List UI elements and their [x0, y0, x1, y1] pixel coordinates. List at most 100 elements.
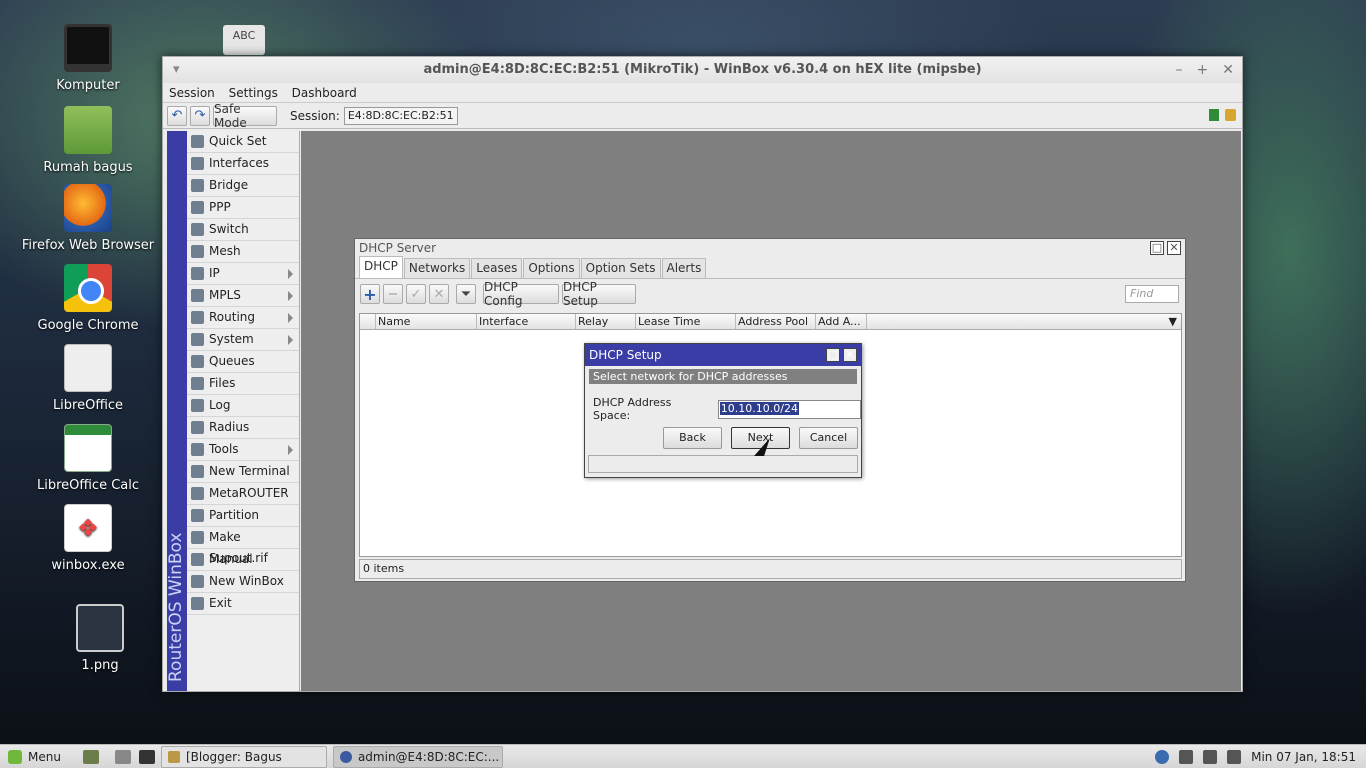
- sidebar-item-exit[interactable]: Exit: [187, 593, 299, 615]
- maximize-icon[interactable]: □: [826, 348, 840, 362]
- close-icon[interactable]: ✕: [1222, 62, 1234, 78]
- tab-option-sets[interactable]: Option Sets: [580, 258, 661, 278]
- volume-icon[interactable]: [1203, 749, 1218, 764]
- sidebar-item-ppp[interactable]: PPP: [187, 197, 299, 219]
- remove-icon[interactable]: −: [383, 284, 403, 304]
- sidebar-item-tools[interactable]: Tools: [187, 439, 299, 461]
- enable-icon[interactable]: ✓: [406, 284, 426, 304]
- menu-settings[interactable]: Settings: [229, 86, 278, 100]
- sidebar-item-system[interactable]: System: [187, 329, 299, 351]
- sidebar-item-label: Files: [209, 376, 236, 390]
- menu-item-icon: [191, 355, 204, 368]
- sidebar-brand-bar: RouterOS WinBox: [166, 131, 187, 691]
- sidebar-item-queues[interactable]: Queues: [187, 351, 299, 373]
- sidebar-item-partition[interactable]: Partition: [187, 505, 299, 527]
- clock[interactable]: Min 07 Jan, 18:51: [1251, 750, 1356, 764]
- column-name[interactable]: Name: [376, 314, 477, 329]
- terminal-icon[interactable]: [138, 749, 155, 764]
- menu-dashboard[interactable]: Dashboard: [292, 86, 357, 100]
- file-manager-icon[interactable]: [114, 749, 131, 764]
- lock-icon: [1225, 109, 1236, 121]
- tab-networks[interactable]: Networks: [403, 258, 471, 278]
- tab-dhcp[interactable]: DHCP: [359, 256, 403, 278]
- abc-desktop-icon[interactable]: ABC: [223, 25, 265, 55]
- cancel-button[interactable]: Cancel: [799, 427, 858, 449]
- column-chooser-icon[interactable]: ▼: [867, 314, 1181, 329]
- dhcp-setup-titlebar[interactable]: DHCP Setup □ ✕: [585, 344, 861, 366]
- safe-mode-button[interactable]: Safe Mode: [213, 102, 277, 130]
- sidebar-item-mpls[interactable]: MPLS: [187, 285, 299, 307]
- sidebar-item-bridge[interactable]: Bridge: [187, 175, 299, 197]
- sidebar-item-interfaces[interactable]: Interfaces: [187, 153, 299, 175]
- status-bar: 0 items: [359, 559, 1182, 579]
- desktop-icon-calc[interactable]: LibreOffice Calc: [18, 424, 158, 493]
- column-add-arp[interactable]: Add A...: [816, 314, 867, 329]
- desktop-icon-png[interactable]: 1.png: [30, 604, 170, 673]
- dhcp-server-titlebar[interactable]: DHCP Server □ ✕: [355, 239, 1185, 257]
- dhcp-config-button[interactable]: DHCP Config: [483, 280, 559, 308]
- menu-item-icon: [191, 487, 204, 500]
- column-relay[interactable]: Relay: [576, 314, 636, 329]
- update-shield-icon[interactable]: [1155, 749, 1170, 764]
- menu-session[interactable]: Session: [169, 86, 215, 100]
- monitor-icon: [64, 24, 112, 72]
- maximize-icon[interactable]: □: [1150, 241, 1164, 255]
- menu-item-icon: [191, 311, 204, 324]
- back-button[interactable]: Back: [663, 427, 722, 449]
- task-winbox[interactable]: admin@E4:8D:8C:EC:...: [332, 745, 503, 768]
- session-label: Session:: [290, 108, 340, 123]
- sidebar-item-label: Radius: [209, 420, 250, 434]
- window-titlebar[interactable]: ▾ admin@E4:8D:8C:EC:B2:51 (MikroTik) - W…: [163, 57, 1242, 83]
- close-icon[interactable]: ✕: [843, 348, 857, 362]
- task-label: [Blogger: Bagus Cahy...: [185, 749, 282, 764]
- minimize-icon[interactable]: –: [1176, 62, 1183, 78]
- desktop-icon-chrome[interactable]: Google Chrome: [18, 264, 158, 333]
- sidebar-item-new-terminal[interactable]: New Terminal: [187, 461, 299, 483]
- address-space-input[interactable]: 10.10.10.0/24: [717, 399, 861, 419]
- sidebar-item-ip[interactable]: IP: [187, 263, 299, 285]
- tab-leases[interactable]: Leases: [471, 258, 523, 278]
- window-menu-icon[interactable]: ▾: [173, 57, 180, 83]
- close-icon[interactable]: ✕: [1167, 241, 1181, 255]
- dhcp-setup-button[interactable]: DHCP Setup: [562, 280, 636, 308]
- undo-icon[interactable]: ↶: [167, 105, 187, 126]
- add-icon[interactable]: +: [360, 284, 380, 304]
- sidebar-item-files[interactable]: Files: [187, 373, 299, 395]
- show-desktop-icon[interactable]: [82, 749, 99, 764]
- find-input[interactable]: Find: [1125, 285, 1179, 303]
- sidebar-item-quick-set[interactable]: Quick Set: [187, 131, 299, 153]
- desktop-icon-komputer[interactable]: Komputer: [18, 24, 158, 93]
- desktop-icon-rumah-bagus[interactable]: Rumah bagus: [18, 106, 158, 175]
- sidebar-item-label: Queues: [209, 354, 255, 368]
- sidebar-item-switch[interactable]: Switch: [187, 219, 299, 241]
- menu-button[interactable]: Menu: [28, 750, 61, 764]
- tab-options[interactable]: Options: [523, 258, 580, 278]
- menu-item-icon: [191, 333, 204, 346]
- filter-icon[interactable]: ⏷: [456, 284, 476, 304]
- task-blogger[interactable]: [Blogger: Bagus Cahy...: [160, 745, 327, 768]
- desktop-icon-firefox[interactable]: Firefox Web Browser: [18, 184, 158, 253]
- sidebar-item-radius[interactable]: Radius: [187, 417, 299, 439]
- battery-icon[interactable]: [1227, 749, 1242, 764]
- column-address-pool[interactable]: Address Pool: [736, 314, 816, 329]
- desktop-icon-libreoffice[interactable]: LibreOffice: [18, 344, 158, 413]
- redo-icon[interactable]: ↷: [190, 105, 210, 126]
- sidebar-item-make-supout-rif[interactable]: Make Supout.rif: [187, 527, 299, 565]
- sidebar-item-log[interactable]: Log: [187, 395, 299, 417]
- tab-alerts[interactable]: Alerts: [661, 258, 707, 278]
- submenu-arrow-icon: [288, 335, 293, 345]
- desktop-icon-winbox[interactable]: ❖ winbox.exe: [18, 504, 158, 573]
- sidebar-item-mesh[interactable]: Mesh: [187, 241, 299, 263]
- maximize-icon[interactable]: +: [1197, 62, 1209, 78]
- mint-logo-icon: [8, 749, 22, 764]
- disable-icon[interactable]: ✕: [429, 284, 449, 304]
- address-space-value: 10.10.10.0/24: [719, 401, 799, 415]
- column-interface[interactable]: Interface: [477, 314, 576, 329]
- sidebar-item-new-winbox[interactable]: New WinBox: [187, 571, 299, 593]
- sidebar-item-routing[interactable]: Routing: [187, 307, 299, 329]
- sidebar-item-manual[interactable]: Manual: [187, 549, 299, 571]
- sidebar-item-metarouter[interactable]: MetaROUTER: [187, 483, 299, 505]
- column-lease-time[interactable]: Lease Time: [636, 314, 736, 329]
- network-icon[interactable]: [1179, 749, 1194, 764]
- desktop-icon-label: Rumah bagus: [43, 160, 133, 175]
